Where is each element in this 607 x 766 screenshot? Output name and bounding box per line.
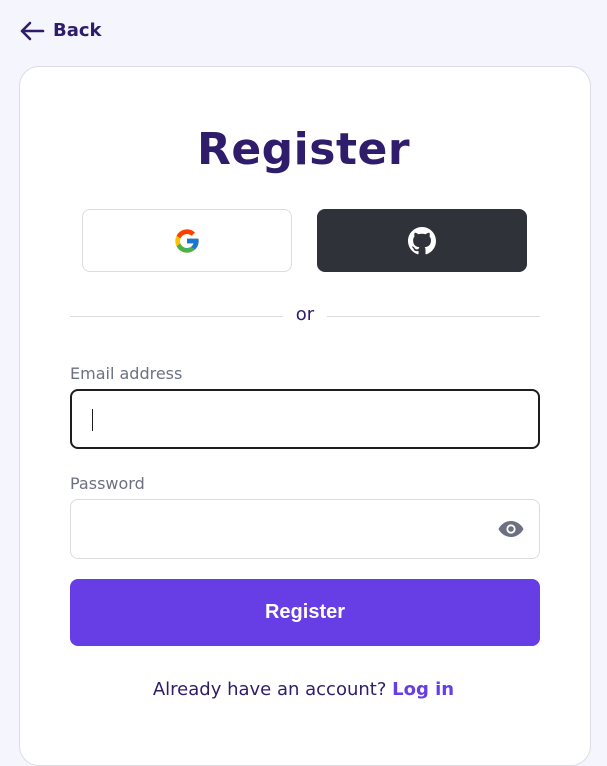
login-prompt-text: Already have an account? <box>152 679 387 700</box>
or-divider: or <box>70 304 540 328</box>
register-button[interactable]: Register <box>70 579 540 646</box>
login-link[interactable]: Log in <box>392 679 454 700</box>
password-field[interactable] <box>70 499 540 559</box>
email-field[interactable] <box>70 389 540 449</box>
divider-line-right <box>327 316 540 317</box>
page-title: Register <box>196 124 411 175</box>
google-icon <box>175 228 199 253</box>
text-caret <box>92 409 93 431</box>
back-label: Back <box>53 20 102 41</box>
eye-icon[interactable] <box>497 519 525 539</box>
divider-text: or <box>295 304 315 325</box>
github-signin-button[interactable] <box>317 209 527 272</box>
google-signin-button[interactable] <box>82 209 292 272</box>
login-prompt: Already have an account? Log in <box>0 679 607 700</box>
email-label: Email address <box>70 364 183 383</box>
back-link[interactable]: Back <box>19 20 102 41</box>
arrow-left-icon <box>20 21 45 40</box>
password-label: Password <box>70 474 145 493</box>
github-icon <box>408 226 436 254</box>
